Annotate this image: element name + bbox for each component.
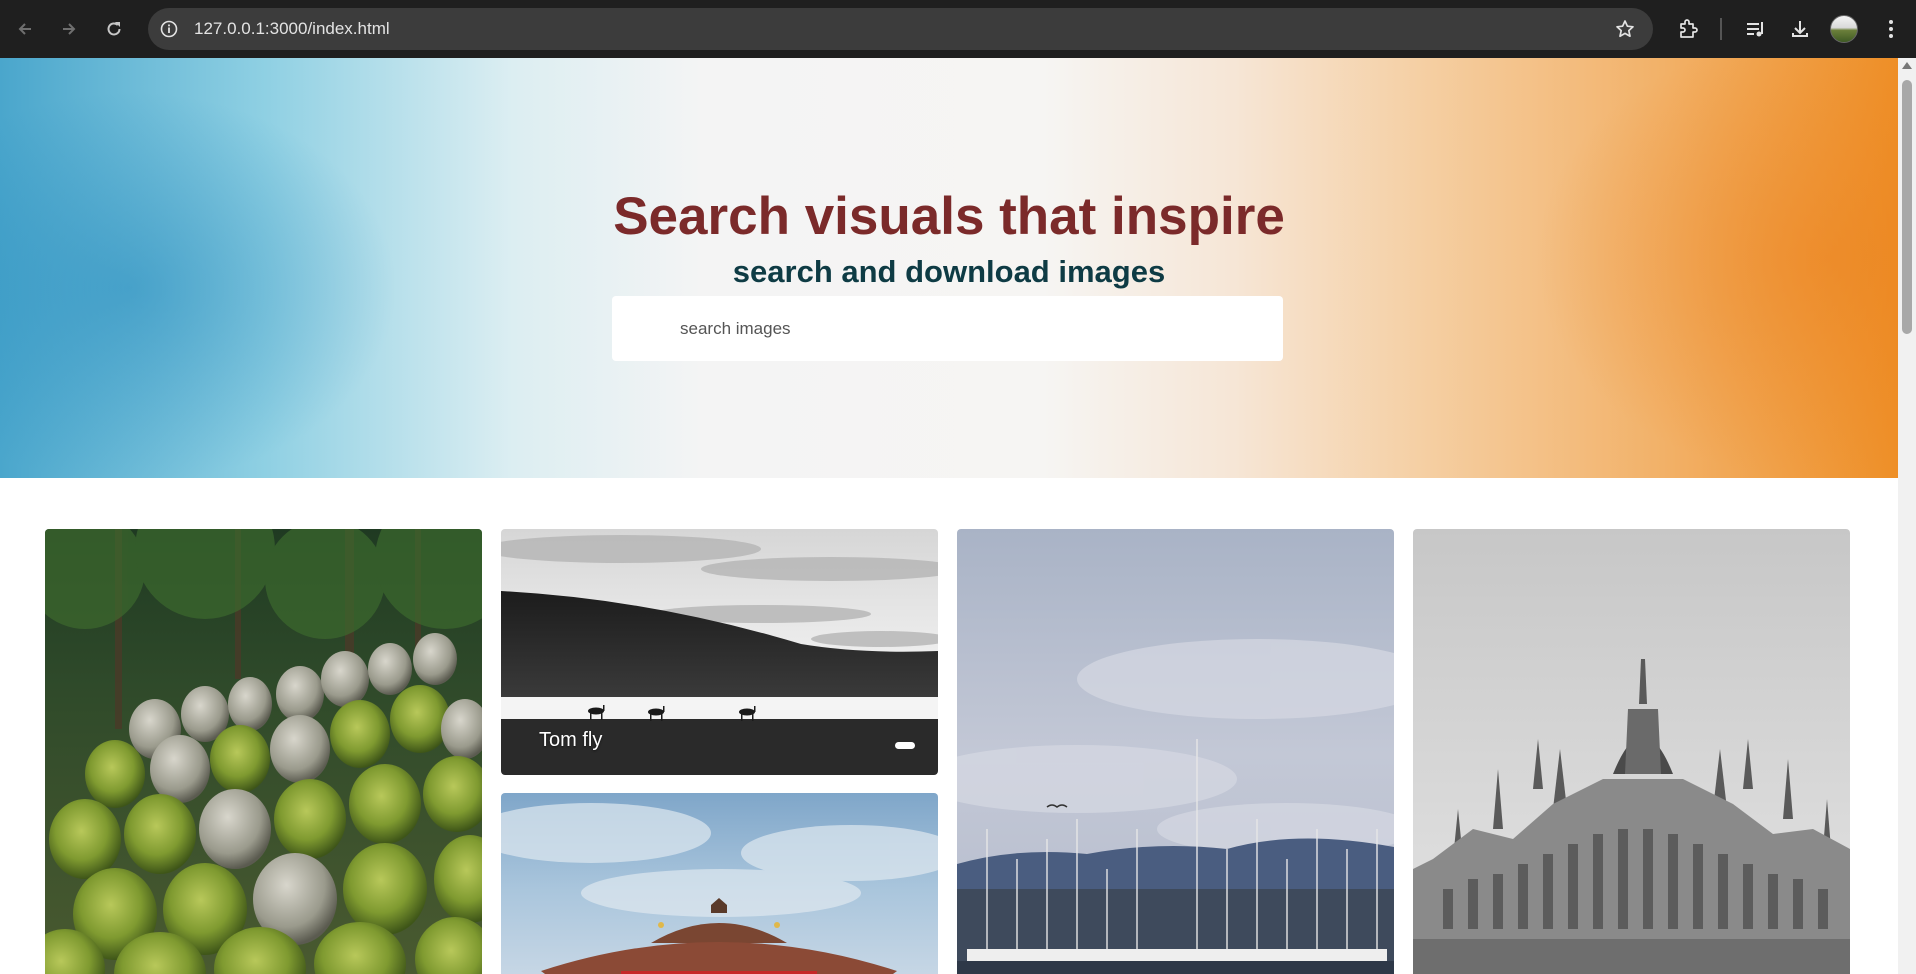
back-icon[interactable] [10, 14, 40, 44]
gallery-image-card[interactable]: Tom fly [501, 529, 938, 775]
page-viewport: Search visuals that inspire search and d… [0, 58, 1898, 974]
moss-statues-image [45, 529, 482, 974]
browser-toolbar: 127.0.0.1:3000/index.html [0, 0, 1916, 58]
gallery-image-card[interactable] [45, 529, 482, 974]
parliament-building-image [1413, 529, 1850, 974]
pagoda-roof-image [501, 793, 938, 974]
image-author-name: Tom fly [539, 729, 603, 751]
page-scrollbar[interactable] [1898, 58, 1916, 974]
media-controls-icon[interactable] [1740, 14, 1770, 44]
bookmark-star-icon[interactable] [1613, 17, 1637, 41]
hero-banner: Search visuals that inspire search and d… [0, 58, 1898, 478]
profile-avatar[interactable] [1830, 15, 1858, 43]
address-bar[interactable]: 127.0.0.1:3000/index.html [148, 8, 1653, 50]
gallery-image-card[interactable] [957, 529, 1394, 974]
page-subtitle: search and download images [732, 254, 1166, 289]
marina-sailboats-image [957, 529, 1394, 974]
site-info-icon[interactable] [156, 16, 182, 42]
extensions-icon[interactable] [1673, 14, 1703, 44]
toolbar-divider [1720, 18, 1722, 40]
gallery-image-card[interactable] [501, 793, 938, 974]
gallery-image-card[interactable] [1413, 529, 1850, 974]
search-input[interactable] [612, 296, 1283, 361]
download-icon[interactable] [1785, 14, 1815, 44]
scrollbar-thumb[interactable] [1902, 80, 1912, 334]
kebab-menu-icon[interactable] [1876, 14, 1906, 44]
url-text: 127.0.0.1:3000/index.html [194, 19, 390, 38]
forward-icon[interactable] [54, 14, 84, 44]
scroll-up-arrow-icon[interactable] [1902, 62, 1912, 69]
download-button[interactable] [895, 742, 915, 749]
reload-icon[interactable] [99, 14, 129, 44]
page-title: Search visuals that inspire [613, 187, 1285, 246]
